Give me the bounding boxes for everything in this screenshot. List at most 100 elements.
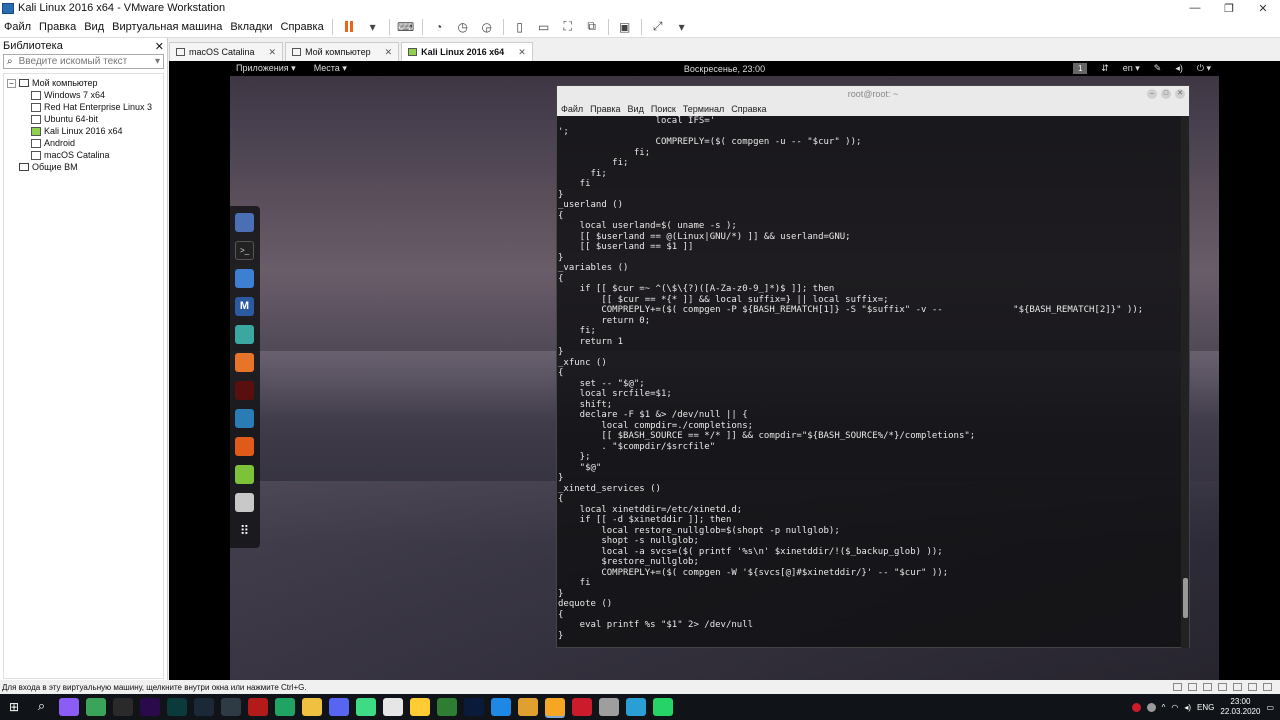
android-taskbar-icon[interactable] [355, 698, 376, 716]
vscode-taskbar-icon[interactable] [490, 698, 511, 716]
tree-item-macos[interactable]: macOS Catalina [4, 149, 163, 161]
cortana-taskbar-icon[interactable] [58, 698, 79, 716]
folder-taskbar-icon[interactable] [517, 698, 538, 716]
tree-item-ubuntu[interactable]: Ubuntu 64-bit [4, 113, 163, 125]
notifications-icon[interactable]: ▭ [1266, 703, 1274, 712]
terminal-menu-terminal[interactable]: Терминал [683, 104, 724, 114]
close-button[interactable]: ✕ [1246, 0, 1280, 16]
tab-macos[interactable]: macOS Catalina ✕ [169, 42, 284, 61]
smiley-taskbar-icon[interactable] [409, 698, 430, 716]
pen-icon[interactable]: ✎ [1154, 63, 1162, 74]
tree-item-kali[interactable]: Kali Linux 2016 x64 [4, 125, 163, 137]
terminal-maximize-button[interactable]: □ [1161, 89, 1171, 99]
library-search-input[interactable]: ⌕ Введите искомый текст ▾ [3, 54, 164, 69]
files-dock-icon[interactable] [235, 269, 254, 288]
armitage-dock-icon[interactable] [235, 325, 254, 344]
wifi-icon[interactable]: ◠ [1171, 703, 1178, 712]
browser-dock-icon[interactable] [235, 213, 254, 232]
vm-display[interactable]: Приложения ▾ Места ▾ Воскресенье, 23:00 … [169, 61, 1280, 680]
chevron-down-icon[interactable]: ▾ [672, 18, 692, 36]
stretch-icon[interactable]: ⤢ [648, 18, 668, 36]
terminal-minimize-button[interactable]: – [1147, 89, 1157, 99]
volume-icon[interactable]: ◂) [1184, 703, 1191, 712]
close-icon[interactable]: ✕ [269, 47, 277, 58]
volume-icon[interactable]: ◂) [1175, 63, 1183, 74]
library-view-icon[interactable]: ▯ [510, 18, 530, 36]
keyboard-layout[interactable]: en ▾ [1123, 63, 1140, 74]
places-menu[interactable]: Места ▾ [314, 63, 347, 74]
collapse-icon[interactable]: − [7, 78, 16, 88]
search-taskbar-icon[interactable]: ⌕ [31, 698, 52, 716]
terminal-output[interactable]: local IFS=' '; COMPREPLY=($( compgen -u … [557, 116, 1181, 648]
terminal-scrollbar[interactable] [1181, 116, 1189, 648]
network-icon[interactable]: ⇵ [1101, 63, 1109, 74]
guest-clock[interactable]: Воскресенье, 23:00 [230, 64, 1219, 74]
chevron-down-icon[interactable]: ▾ [155, 56, 160, 67]
library-close-icon[interactable]: ✕ [155, 40, 164, 53]
telegram-like-taskbar-icon[interactable] [625, 698, 646, 716]
tree-item-android[interactable]: Android [4, 137, 163, 149]
terminal-window[interactable]: root@root: ~ – □ ✕ Файл Правка Вид Поиск… [556, 85, 1190, 648]
paint-taskbar-icon[interactable] [598, 698, 619, 716]
menu-file[interactable]: Файл [0, 21, 35, 33]
tree-item-my-computer[interactable]: − Мой компьютер [4, 77, 163, 89]
terminal-taskbar-icon[interactable] [112, 698, 133, 716]
cdrom-icon[interactable] [1188, 683, 1197, 691]
display-icon[interactable] [1248, 683, 1257, 691]
minimize-button[interactable]: — [1178, 0, 1212, 16]
faraday-dock-icon[interactable] [235, 437, 254, 456]
yandex-taskbar-icon[interactable] [382, 698, 403, 716]
whatsapp-taskbar-icon[interactable] [652, 698, 673, 716]
unity-icon[interactable]: ⧉ [582, 18, 602, 36]
console-icon[interactable]: ▣ [615, 18, 635, 36]
vmware-taskbar-icon[interactable] [544, 698, 565, 716]
pause-icon[interactable] [339, 18, 359, 36]
menu-vm[interactable]: Виртуальная машина [108, 21, 226, 33]
terminal-menu-search[interactable]: Поиск [651, 104, 676, 114]
tray-icon[interactable] [1146, 702, 1156, 712]
sound-icon[interactable] [1233, 683, 1242, 691]
thumbnail-view-icon[interactable]: ▭ [534, 18, 554, 36]
opera-tray-icon[interactable] [1131, 702, 1141, 712]
filezilla-taskbar-icon[interactable] [247, 698, 268, 716]
discord-taskbar-icon[interactable] [328, 698, 349, 716]
photoshop-taskbar-icon[interactable] [463, 698, 484, 716]
network-adapter-icon[interactable] [1203, 683, 1212, 691]
applications-menu[interactable]: Приложения ▾ [236, 63, 296, 74]
maltego-dock-icon[interactable] [235, 409, 254, 428]
terminal-menu-view[interactable]: Вид [628, 104, 644, 114]
taskbar-clock[interactable]: 23:00 22.03.2020 [1220, 697, 1260, 717]
menu-help[interactable]: Справка [277, 21, 328, 33]
steam-taskbar-icon[interactable] [193, 698, 214, 716]
chrome-like-taskbar-icon[interactable] [85, 698, 106, 716]
chevron-down-icon[interactable]: ▾ [363, 18, 383, 36]
close-icon[interactable]: ✕ [518, 47, 526, 58]
input-language[interactable]: ENG [1197, 703, 1214, 712]
metasploit-dock-icon[interactable]: M [235, 297, 254, 316]
snapshot-icon[interactable]: ◔ [429, 18, 449, 36]
chevron-up-icon[interactable]: ^ [1162, 703, 1166, 712]
power-icon[interactable]: ⏻ ▾ [1197, 63, 1211, 74]
screenshot-dock-icon[interactable] [235, 493, 254, 512]
tree-item-windows7[interactable]: Windows 7 x64 [4, 89, 163, 101]
terminal-dock-icon[interactable]: >_ [235, 241, 254, 260]
terminal-close-button[interactable]: ✕ [1175, 89, 1185, 99]
guest-desktop[interactable]: Приложения ▾ Места ▾ Воскресенье, 23:00 … [230, 61, 1219, 680]
explorer-taskbar-icon[interactable] [301, 698, 322, 716]
notes-dock-icon[interactable] [235, 465, 254, 484]
tree-item-shared-vms[interactable]: Общие ВМ [4, 161, 163, 173]
revert-snapshot-icon[interactable]: ◷ [453, 18, 473, 36]
fullscreen-icon[interactable]: ⛶ [558, 18, 578, 36]
terminal-menu-edit[interactable]: Правка [590, 104, 620, 114]
menu-edit[interactable]: Правка [35, 21, 80, 33]
windows-start-icon[interactable]: ⊞ [0, 694, 28, 720]
s-app-taskbar-icon[interactable] [274, 698, 295, 716]
menu-view[interactable]: Вид [80, 21, 108, 33]
audition-taskbar-icon[interactable] [166, 698, 187, 716]
tab-kali[interactable]: Kali Linux 2016 x64 ✕ [401, 42, 533, 61]
usb-icon[interactable] [1218, 683, 1227, 691]
message-icon[interactable] [1263, 683, 1272, 691]
maps-taskbar-icon[interactable] [436, 698, 457, 716]
box-taskbar-icon[interactable] [220, 698, 241, 716]
snapshot-manager-icon[interactable]: ◶ [477, 18, 497, 36]
